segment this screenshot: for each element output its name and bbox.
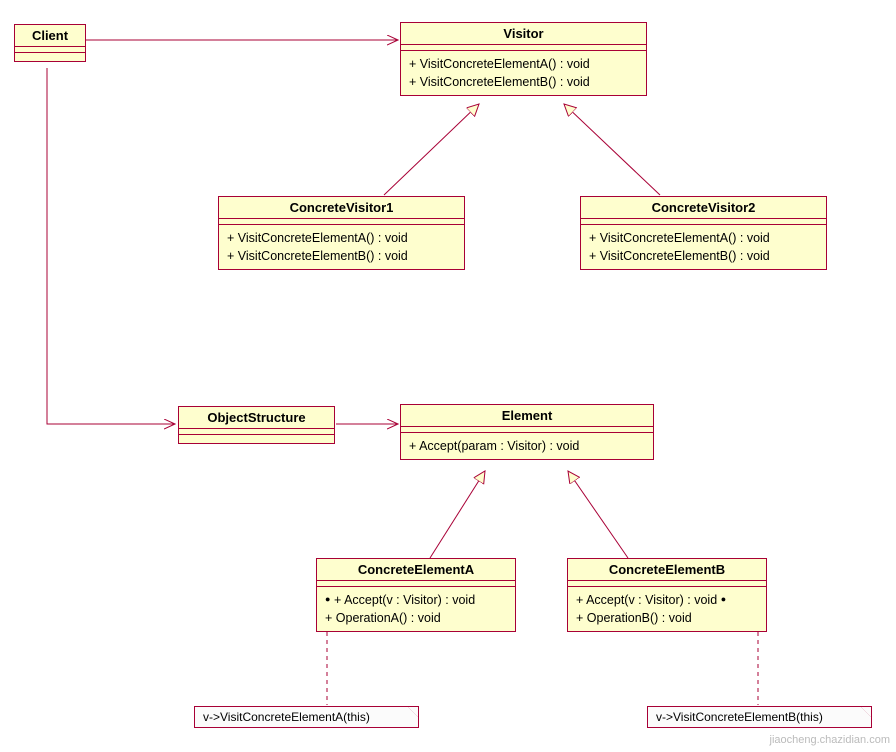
class-cv1-ops: + VisitConcreteElementA() : void + Visit… [219, 225, 464, 269]
client-to-objectstructure-line [47, 68, 175, 424]
class-concrete-visitor2: ConcreteVisitor2 + VisitConcreteElementA… [580, 196, 827, 270]
watermark-text: jiaocheng.chazidian.com [770, 734, 890, 746]
cv1-to-visitor-line [384, 104, 479, 195]
note-a: v->VisitConcreteElementA(this) [194, 706, 419, 728]
note-b-text: v->VisitConcreteElementB(this) [656, 710, 823, 724]
class-cv2-name: ConcreteVisitor2 [581, 197, 826, 219]
class-cea-ops: ●+ Accept(v : Visitor) : void + Operatio… [317, 587, 515, 631]
class-element: Element + Accept(param : Visitor) : void [400, 404, 654, 460]
class-ceb-name: ConcreteElementB [568, 559, 766, 581]
class-client-name: Client [15, 25, 85, 47]
class-concrete-element-a: ConcreteElementA ●+ Accept(v : Visitor) … [316, 558, 516, 632]
class-concrete-visitor1: ConcreteVisitor1 + VisitConcreteElementA… [218, 196, 465, 270]
cv2-op-0: + VisitConcreteElementA() : void [589, 229, 818, 247]
class-cv2-ops: + VisitConcreteElementA() : void + Visit… [581, 225, 826, 269]
cv1-op-1: + VisitConcreteElementB() : void [227, 247, 456, 265]
class-os-name: ObjectStructure [179, 407, 334, 429]
class-element-ops: + Accept(param : Visitor) : void [401, 433, 653, 459]
cv2-op-1: + VisitConcreteElementB() : void [589, 247, 818, 265]
cea-op-0-text: + Accept(v : Visitor) : void [334, 593, 475, 607]
note-a-text: v->VisitConcreteElementA(this) [203, 710, 370, 724]
cea-op-0: ●+ Accept(v : Visitor) : void [325, 591, 507, 609]
class-object-structure: ObjectStructure [178, 406, 335, 444]
ceb-op-1: + OperationB() : void [576, 609, 758, 627]
class-cv1-name: ConcreteVisitor1 [219, 197, 464, 219]
visitor-op-1: + VisitConcreteElementB() : void [409, 73, 638, 91]
ceb-op-0-text: + Accept(v : Visitor) : void [576, 593, 717, 607]
anchor-dot-icon: ● [717, 593, 726, 606]
cea-to-element-line [430, 471, 485, 558]
class-visitor: Visitor + VisitConcreteElementA() : void… [400, 22, 647, 96]
element-op-0: + Accept(param : Visitor) : void [409, 437, 645, 455]
visitor-op-0: + VisitConcreteElementA() : void [409, 55, 638, 73]
cea-op-1: + OperationA() : void [325, 609, 507, 627]
class-element-name: Element [401, 405, 653, 427]
class-client-ops [15, 53, 85, 61]
anchor-dot-icon: ● [325, 593, 334, 606]
class-concrete-element-b: ConcreteElementB + Accept(v : Visitor) :… [567, 558, 767, 632]
cv1-op-0: + VisitConcreteElementA() : void [227, 229, 456, 247]
class-visitor-name: Visitor [401, 23, 646, 45]
connector-layer [0, 0, 896, 752]
class-visitor-ops: + VisitConcreteElementA() : void + Visit… [401, 51, 646, 95]
cv2-to-visitor-line [564, 104, 660, 195]
class-ceb-ops: + Accept(v : Visitor) : void● + Operatio… [568, 587, 766, 631]
ceb-to-element-line [568, 471, 628, 558]
ceb-op-0: + Accept(v : Visitor) : void● [576, 591, 758, 609]
note-b: v->VisitConcreteElementB(this) [647, 706, 872, 728]
class-cea-name: ConcreteElementA [317, 559, 515, 581]
class-os-ops [179, 435, 334, 443]
class-client: Client [14, 24, 86, 62]
